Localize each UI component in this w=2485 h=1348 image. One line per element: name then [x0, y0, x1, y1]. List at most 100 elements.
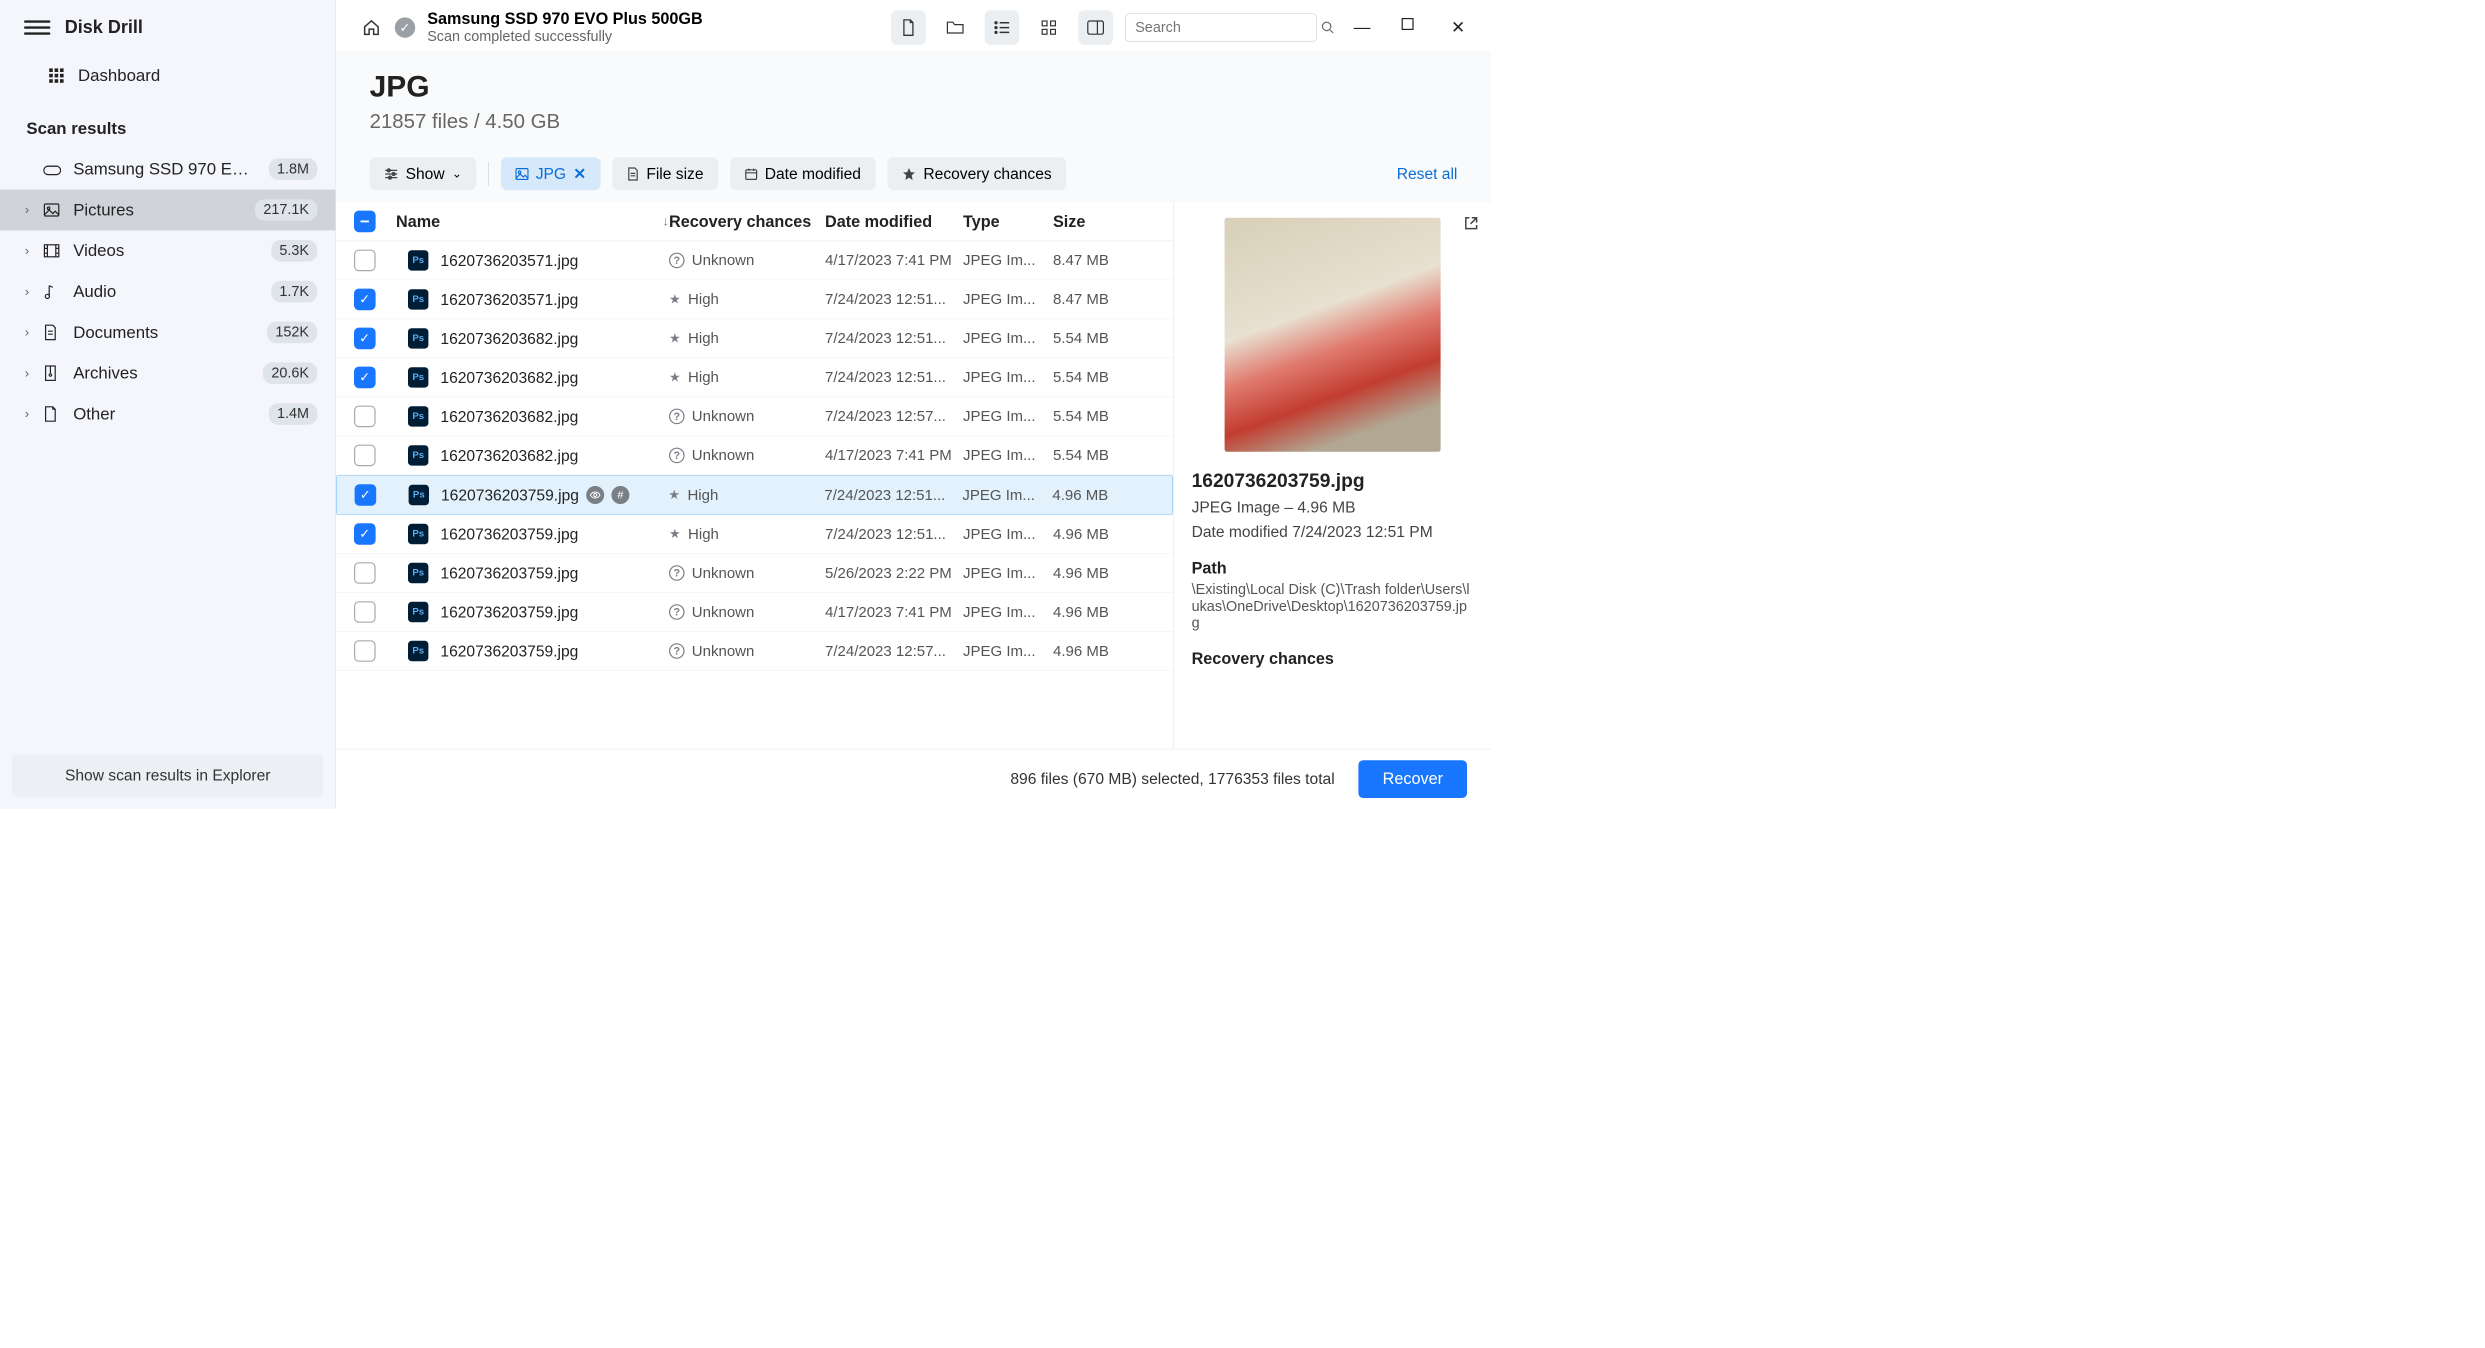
filter-chip-date-modified[interactable]: Date modified [730, 157, 875, 190]
row-checkbox[interactable]: ✓ [354, 523, 376, 545]
row-checkbox[interactable]: ✓ [355, 484, 377, 506]
filter-bar: Show ⌄ JPG ✕ File size Date modified Rec… [336, 145, 1491, 202]
chevron-right-icon: › [22, 284, 33, 300]
unknown-icon: ? [669, 448, 685, 464]
filter-chip-recovery-chances[interactable]: Recovery chances [887, 157, 1066, 190]
column-type[interactable]: Type [963, 212, 1053, 231]
star-icon: ★ [669, 526, 681, 542]
table-row[interactable]: ✓ Ps 1620736203571.jpg ★High 7/24/2023 1… [336, 280, 1173, 319]
drive-item[interactable]: Samsung SSD 970 EVO... 1.8M [0, 149, 335, 190]
recovery-cell: ?Unknown [669, 642, 825, 659]
column-date[interactable]: Date modified [825, 212, 963, 231]
ps-icon: Ps [408, 250, 428, 270]
ps-icon: Ps [408, 641, 428, 661]
type-cell: JPEG Im... [963, 369, 1053, 386]
home-icon[interactable] [360, 16, 383, 39]
sidebar-item-videos[interactable]: › Videos 5.3K [0, 230, 335, 271]
date-cell: 4/17/2023 7:41 PM [825, 252, 963, 269]
sliders-icon [384, 168, 398, 180]
search-box[interactable] [1125, 13, 1317, 42]
row-checkbox[interactable]: ✓ [354, 289, 376, 311]
ps-icon: Ps [408, 524, 428, 544]
popout-icon[interactable] [1463, 215, 1479, 231]
note-icon [43, 283, 62, 300]
doc-icon [43, 324, 62, 341]
column-name[interactable]: Name↓ [396, 212, 669, 231]
table-row[interactable]: Ps 1620736203571.jpg ?Unknown 4/17/2023 … [336, 241, 1173, 280]
table-row[interactable]: Ps 1620736203759.jpg ?Unknown 7/24/2023 … [336, 632, 1173, 671]
size-cell: 5.54 MB [1053, 408, 1155, 425]
preview-meta: JPEG Image – 4.96 MB [1192, 498, 1473, 517]
close-icon[interactable]: ✕ [573, 164, 586, 183]
sidebar-item-audio[interactable]: › Audio 1.7K [0, 271, 335, 312]
table-row[interactable]: Ps 1620736203759.jpg ?Unknown 5/26/2023 … [336, 554, 1173, 593]
star-icon [902, 167, 916, 181]
show-dropdown[interactable]: Show ⌄ [370, 157, 477, 190]
filter-chip-jpg[interactable]: JPG ✕ [501, 157, 601, 190]
table-row[interactable]: ✓ Ps 1620736203759.jpg# ★High 7/24/2023 … [336, 475, 1173, 515]
maximize-icon[interactable] [1401, 17, 1419, 37]
file-name: 1620736203759.jpg [440, 564, 669, 583]
app-title: Disk Drill [65, 17, 143, 37]
row-checkbox[interactable] [354, 601, 376, 623]
view-split-button[interactable] [1078, 10, 1113, 45]
sidebar-item-other[interactable]: › Other 1.4M [0, 394, 335, 435]
view-folder-button[interactable] [938, 10, 973, 45]
file-name: 1620736203759.jpg [440, 525, 669, 544]
size-cell: 5.54 MB [1053, 330, 1155, 347]
filter-chip-file-size[interactable]: File size [613, 157, 718, 190]
table-row[interactable]: ✓ Ps 1620736203759.jpg ★High 7/24/2023 1… [336, 515, 1173, 554]
preview-filename: 1620736203759.jpg [1192, 470, 1473, 492]
sidebar: Disk Drill Dashboard Scan results Samsun… [0, 0, 336, 809]
type-cell: JPEG Im... [963, 525, 1053, 542]
star-icon: ★ [668, 487, 680, 503]
close-icon[interactable]: ✕ [1449, 17, 1467, 37]
show-in-explorer-button[interactable]: Show scan results in Explorer [12, 754, 323, 797]
image-icon [43, 203, 62, 217]
table-row[interactable]: Ps 1620736203682.jpg ?Unknown 7/24/2023 … [336, 397, 1173, 436]
film-icon [43, 244, 62, 258]
eye-icon[interactable] [586, 486, 604, 504]
drive-count: 1.8M [269, 158, 318, 180]
date-cell: 7/24/2023 12:57... [825, 642, 963, 659]
search-input[interactable] [1135, 19, 1321, 36]
type-cell: JPEG Im... [963, 252, 1053, 269]
row-checkbox[interactable] [354, 562, 376, 584]
type-cell: JPEG Im... [963, 447, 1053, 464]
preview-recovery-label: Recovery chances [1192, 650, 1473, 669]
row-checkbox[interactable] [354, 445, 376, 467]
chevron-right-icon: › [22, 365, 33, 381]
reset-all-link[interactable]: Reset all [1397, 164, 1458, 183]
row-checkbox[interactable] [354, 406, 376, 428]
dashboard-link[interactable]: Dashboard [0, 55, 335, 96]
file-name: 1620736203571.jpg [440, 290, 669, 309]
table-row[interactable]: Ps 1620736203759.jpg ?Unknown 4/17/2023 … [336, 593, 1173, 632]
row-checkbox[interactable]: ✓ [354, 328, 376, 350]
preview-path: \Existing\Local Disk (C)\Trash folder\Us… [1192, 581, 1473, 631]
size-cell: 5.54 MB [1053, 447, 1155, 464]
table-row[interactable]: ✓ Ps 1620736203682.jpg ★High 7/24/2023 1… [336, 358, 1173, 397]
view-grid-button[interactable] [1031, 10, 1066, 45]
header-checkbox[interactable]: − [354, 211, 376, 233]
table-row[interactable]: ✓ Ps 1620736203682.jpg ★High 7/24/2023 1… [336, 319, 1173, 358]
menu-icon[interactable] [24, 17, 50, 39]
sidebar-item-pictures[interactable]: › Pictures 217.1K [0, 190, 335, 231]
sidebar-item-documents[interactable]: › Documents 152K [0, 312, 335, 353]
view-list-button[interactable] [985, 10, 1020, 45]
view-files-button[interactable] [891, 10, 926, 45]
sidebar-item-archives[interactable]: › Archives 20.6K [0, 353, 335, 394]
recovery-cell: ?Unknown [669, 564, 825, 581]
column-size[interactable]: Size [1053, 212, 1155, 231]
row-checkbox[interactable] [354, 640, 376, 662]
type-cell: JPEG Im... [963, 330, 1053, 347]
row-checkbox[interactable] [354, 250, 376, 272]
table-row[interactable]: Ps 1620736203682.jpg ?Unknown 4/17/2023 … [336, 436, 1173, 475]
hash-icon[interactable]: # [611, 486, 629, 504]
column-recovery[interactable]: Recovery chances [669, 212, 825, 231]
row-checkbox[interactable]: ✓ [354, 367, 376, 389]
date-cell: 7/24/2023 12:57... [825, 408, 963, 425]
zip-icon [43, 365, 62, 382]
unknown-icon: ? [669, 604, 685, 620]
recover-button[interactable]: Recover [1359, 760, 1467, 798]
minimize-icon[interactable]: — [1353, 17, 1371, 37]
